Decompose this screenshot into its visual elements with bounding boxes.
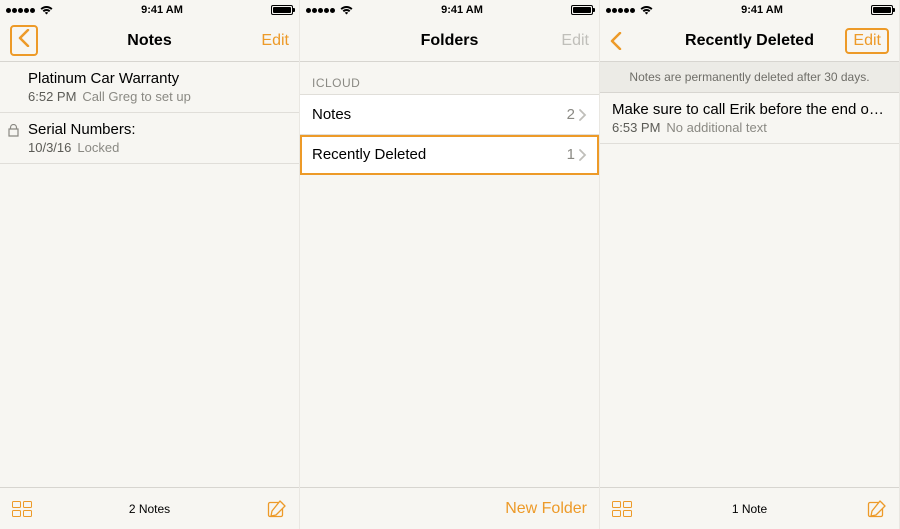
note-timestamp: 6:52 PM	[28, 89, 76, 104]
note-title: Serial Numbers:	[28, 121, 287, 138]
nav-bar: Notes Edit	[0, 20, 299, 62]
nav-bar: Recently Deleted Edit	[600, 20, 899, 62]
toolbar: . New Folder	[300, 487, 599, 529]
folder-name: Recently Deleted	[312, 146, 426, 163]
nav-bar: Folders Edit	[300, 20, 599, 62]
toolbar: 2 Notes	[0, 487, 299, 529]
nav-title: Notes	[127, 32, 171, 50]
chevron-right-icon	[579, 109, 587, 121]
note-snippet: No additional text	[666, 120, 766, 135]
wifi-icon	[340, 6, 353, 15]
deleted-content: Notes are permanently deleted after 30 d…	[600, 62, 899, 487]
chevron-back-icon	[610, 32, 622, 50]
wifi-icon	[640, 6, 653, 15]
chevron-right-icon	[579, 149, 587, 161]
new-folder-button[interactable]: New Folder	[505, 500, 587, 517]
note-title: Platinum Car Warranty	[28, 70, 287, 87]
folder-count: 1	[567, 146, 575, 163]
note-subtitle: 6:53 PM No additional text	[612, 120, 887, 135]
status-bar: 9:41 AM	[600, 0, 899, 20]
back-button[interactable]	[600, 20, 632, 61]
signal-indicator	[6, 6, 53, 15]
signal-indicator	[606, 6, 653, 15]
nav-title: Folders	[421, 32, 479, 50]
compose-icon[interactable]	[267, 499, 287, 519]
note-row[interactable]: Serial Numbers: 10/3/16 Locked	[0, 113, 299, 164]
edit-button[interactable]: Edit	[835, 20, 899, 61]
nav-title: Recently Deleted	[685, 32, 814, 50]
status-bar: 9:41 AM	[300, 0, 599, 20]
screen-notes-list: 9:41 AM Notes Edit Platinum Car Warranty…	[0, 0, 300, 529]
folder-row-recently-deleted[interactable]: Recently Deleted 1	[300, 135, 599, 175]
wifi-icon	[40, 6, 53, 15]
section-header: ICLOUD	[300, 62, 599, 94]
screen-recently-deleted: 9:41 AM Recently Deleted Edit Notes are …	[600, 0, 900, 529]
status-bar: 9:41 AM	[0, 0, 299, 20]
battery-indicator	[871, 5, 893, 15]
status-time: 9:41 AM	[741, 4, 783, 16]
folder-row-notes[interactable]: Notes 2	[300, 94, 599, 135]
note-snippet: Locked	[77, 140, 119, 155]
note-row[interactable]: Make sure to call Erik before the end of…	[600, 93, 899, 144]
note-row[interactable]: Platinum Car Warranty 6:52 PM Call Greg t…	[0, 62, 299, 113]
back-button[interactable]	[0, 20, 48, 61]
lock-icon	[8, 124, 19, 137]
chevron-back-icon	[18, 29, 30, 47]
folders-content: ICLOUD Notes 2 Recently Deleted 1	[300, 62, 599, 487]
note-timestamp: 10/3/16	[28, 140, 71, 155]
signal-indicator	[306, 6, 353, 15]
battery-indicator	[571, 5, 593, 15]
edit-button[interactable]: Edit	[251, 20, 299, 61]
notes-content: Platinum Car Warranty 6:52 PM Call Greg t…	[0, 62, 299, 487]
grid-view-icon[interactable]	[12, 501, 32, 517]
deletion-banner: Notes are permanently deleted after 30 d…	[600, 62, 899, 93]
note-snippet: Call Greg to set up	[82, 89, 190, 104]
note-timestamp: 6:53 PM	[612, 120, 660, 135]
grid-view-icon[interactable]	[612, 501, 632, 517]
toolbar: 1 Note	[600, 487, 899, 529]
note-title: Make sure to call Erik before the end of…	[612, 101, 887, 118]
edit-button: Edit	[551, 20, 599, 61]
footer-count: 1 Note	[600, 502, 899, 516]
status-time: 9:41 AM	[141, 4, 183, 16]
status-time: 9:41 AM	[441, 4, 483, 16]
footer-count: 2 Notes	[0, 502, 299, 516]
compose-icon[interactable]	[867, 499, 887, 519]
note-subtitle: 10/3/16 Locked	[28, 140, 287, 155]
note-subtitle: 6:52 PM Call Greg to set up	[28, 89, 287, 104]
folder-count: 2	[567, 106, 575, 123]
screen-folders: 9:41 AM Folders Edit ICLOUD Notes 2 Rece…	[300, 0, 600, 529]
battery-indicator	[271, 5, 293, 15]
folder-name: Notes	[312, 106, 351, 123]
